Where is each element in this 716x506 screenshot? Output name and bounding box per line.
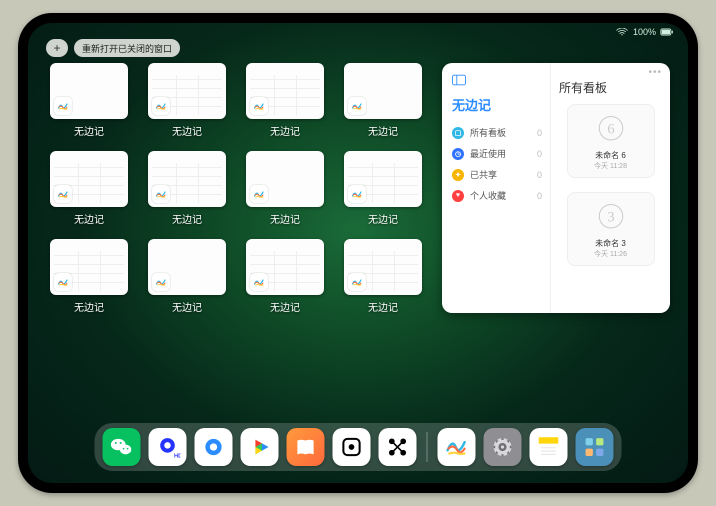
app-library-icon[interactable] [576,428,614,466]
sidebar-item-count: 0 [537,128,542,138]
battery-icon [660,23,674,41]
window-thumb[interactable]: 无边记 [144,239,230,317]
window-label: 无边记 [270,123,300,138]
board-card[interactable]: 3 未命名 3今天 11:26 [567,192,655,266]
window-label: 无边记 [172,299,202,314]
window-thumb[interactable]: 无边记 [46,151,132,229]
sidebar-item[interactable]: ◷ 最近使用 0 [452,143,542,164]
freeform-icon[interactable] [438,428,476,466]
window-thumb[interactable]: 无边记 [46,63,132,141]
window-label: 无边记 [74,299,104,314]
window-label: 无边记 [368,299,398,314]
dock: HD [95,423,622,471]
window-label: 无边记 [368,211,398,226]
dock-separator [427,432,428,462]
dice-icon[interactable] [333,428,371,466]
sidebar-item[interactable]: ▢ 所有看板 0 [452,122,542,143]
board-name: 未命名 6 [595,150,626,161]
freeform-app-icon [54,273,72,291]
board-card[interactable]: 6 未命名 6今天 11:28 [567,104,655,178]
sidebar-item[interactable]: ✦ 已共享 0 [452,164,542,185]
window-thumb[interactable]: 无边记 [242,239,328,317]
topbar: + 重新打开已关闭的窗口 [46,39,180,57]
board-sketch-icon: 6 [593,112,629,148]
boards-title: 所有看板 [559,79,662,96]
board-name: 未命名 3 [595,238,626,249]
screen: 100% + 重新打开已关闭的窗口 无边记无边记无边记无边记无边记无边记无边记无… [28,23,688,483]
window-label: 无边记 [270,299,300,314]
window-thumb[interactable]: 无边记 [144,63,230,141]
board-date: 今天 11:28 [594,161,627,171]
sidebar-title: 无边记 [452,95,542,114]
window-thumb[interactable]: 无边记 [340,239,426,317]
freeform-app-icon [152,97,170,115]
settings-icon[interactable] [484,428,522,466]
sidebar: 无边记 ▢ 所有看板 0 ◷ 最近使用 0 ✦ 已共享 0 ♥ 个人收藏 0 [442,63,550,313]
battery-text: 100% [633,27,656,37]
sidebar-item-label: 所有看板 [470,126,506,139]
window-thumb[interactable]: 无边记 [340,63,426,141]
freeform-app-icon [250,273,268,291]
sidebar-item-icon: ♥ [452,190,464,202]
window-thumb[interactable]: 无边记 [242,63,328,141]
sidebar-item[interactable]: ♥ 个人收藏 0 [452,185,542,206]
window-thumb[interactable]: 无边记 [144,151,230,229]
freeform-app-icon [152,185,170,203]
sidebar-item-icon: ◷ [452,148,464,160]
sidebar-toggle-icon[interactable] [452,73,466,91]
freeform-app-icon [152,273,170,291]
svg-text:HD: HD [174,454,181,460]
reopen-closed-window-button[interactable]: 重新打开已关闭的窗口 [74,39,180,57]
sidebar-item-label: 已共享 [470,168,497,181]
freeform-app-icon [54,185,72,203]
window-thumb[interactable]: 无边记 [242,151,328,229]
window-thumb[interactable]: 无边记 [46,239,132,317]
window-label: 无边记 [172,211,202,226]
new-window-button[interactable]: + [46,39,68,57]
window-grid: 无边记无边记无边记无边记无边记无边记无边记无边记无边记无边记无边记无边记 [46,63,442,427]
expose-canvas: 无边记无边记无边记无边记无边记无边记无边记无边记无边记无边记无边记无边记 无边记… [46,63,670,427]
sidebar-item-icon: ▢ [452,127,464,139]
quark-hd-icon[interactable]: HD [149,428,187,466]
freeform-app-icon [348,185,366,203]
wechat-icon[interactable] [103,428,141,466]
sidebar-item-label: 个人收藏 [470,189,506,202]
board-sketch-icon: 3 [593,200,629,236]
window-label: 无边记 [172,123,202,138]
window-label: 无边记 [74,211,104,226]
wifi-icon [615,23,629,41]
freeform-app-icon [54,97,72,115]
boards-pane: ••• 所有看板 6 未命名 6今天 11:28 3 未命名 3今天 11:26 [550,63,670,313]
sidebar-item-count: 0 [537,170,542,180]
ipad-device: 100% + 重新打开已关闭的窗口 无边记无边记无边记无边记无边记无边记无边记无… [18,13,698,493]
window-label: 无边记 [368,123,398,138]
window-thumb[interactable]: 无边记 [340,151,426,229]
books-icon[interactable] [287,428,325,466]
window-label: 无边记 [270,211,300,226]
sidebar-item-label: 最近使用 [470,147,506,160]
window-label: 无边记 [74,123,104,138]
quark-icon[interactable] [195,428,233,466]
more-icon[interactable]: ••• [648,67,662,78]
notes-icon[interactable] [530,428,568,466]
freeform-library-window[interactable]: 无边记 ▢ 所有看板 0 ◷ 最近使用 0 ✦ 已共享 0 ♥ 个人收藏 0 ••• 所有看板 6 未命… [442,63,670,313]
share-icon[interactable] [379,428,417,466]
freeform-app-icon [348,273,366,291]
sidebar-item-icon: ✦ [452,169,464,181]
sidebar-item-count: 0 [537,191,542,201]
board-date: 今天 11:26 [594,249,627,259]
freeform-app-icon [250,185,268,203]
svg-text:6: 6 [607,121,614,137]
svg-text:3: 3 [607,209,614,225]
freeform-app-icon [250,97,268,115]
sidebar-item-count: 0 [537,149,542,159]
freeform-app-icon [348,97,366,115]
play-icon[interactable] [241,428,279,466]
